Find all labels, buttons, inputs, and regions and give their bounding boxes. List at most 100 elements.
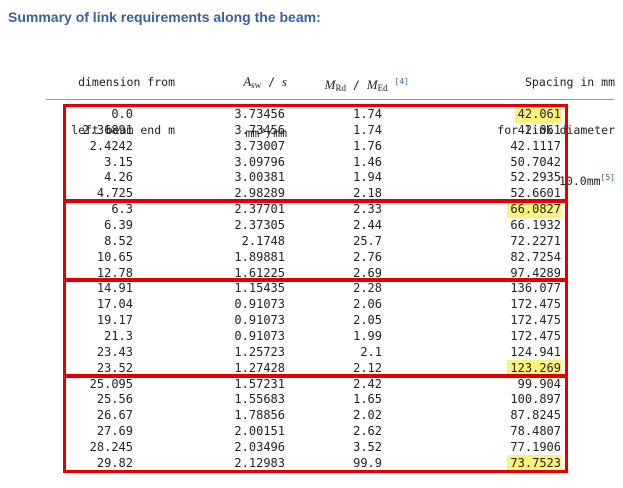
- cell-spacing: 123.269: [507, 359, 561, 377]
- cell-asw: 1.25723: [234, 344, 285, 359]
- cell-dimension: 29.82: [96, 455, 133, 470]
- cell-dimension: 3.15: [104, 154, 133, 169]
- cell-dimension: 8.52: [104, 233, 133, 248]
- table-row: 8.52 2.1748 25.7 72.2271: [0, 233, 623, 250]
- cell-ratio: 99.9: [353, 455, 382, 470]
- header-spacing-line1: Spacing in mm: [524, 75, 615, 89]
- table-row: 6.3 2.37701 2.33 66.0827: [0, 201, 623, 219]
- cell-dimension: 23.52: [96, 360, 133, 375]
- cell-spacing: 42.061: [517, 122, 561, 137]
- cell-asw: 3.73456: [234, 107, 285, 121]
- cell-ratio: 2.76: [353, 249, 382, 264]
- cell-asw: 3.73456: [234, 122, 285, 137]
- cell-asw: 2.1748: [241, 233, 285, 248]
- cell-ratio: 1.74: [353, 122, 382, 137]
- cell-ratio: 2.05: [353, 313, 382, 328]
- table-row: 23.52 1.27428 2.12 123.269: [0, 359, 623, 377]
- cell-ratio: 25.7: [353, 233, 382, 248]
- header-ratio-line1: MRd / MEd [4]: [324, 77, 409, 93]
- cell-ratio: 2.12: [353, 360, 382, 375]
- cell-asw: 2.98289: [234, 186, 285, 201]
- cell-dimension: 17.04: [96, 297, 133, 312]
- cell-spacing: 42.061: [514, 106, 561, 123]
- table-row: 14.91 1.15435 2.28 136.077: [0, 280, 623, 297]
- cell-ratio: 3.52: [353, 440, 382, 455]
- table-row: 2.36891 3.73456 1.74 42.061: [0, 122, 623, 139]
- table-row: 12.78 1.61225 2.69 97.4289: [0, 265, 623, 282]
- cell-dimension: 10.65: [96, 249, 133, 264]
- table-row: 0.0 3.73456 1.74 42.061: [0, 106, 623, 123]
- cell-spacing: 78.4807: [510, 424, 561, 439]
- cell-asw: 1.89881: [234, 249, 285, 264]
- cell-asw: 1.57231: [234, 376, 285, 391]
- cell-dimension: 19.17: [96, 313, 133, 328]
- cell-spacing: 77.1906: [510, 440, 561, 455]
- cell-dimension: 6.3: [111, 202, 133, 217]
- cell-ratio: 2.18: [353, 186, 382, 201]
- cell-ratio: 1.46: [353, 154, 382, 169]
- table-row: 29.82 2.12983 99.9 73.7523: [0, 454, 623, 472]
- cell-spacing: 136.077: [510, 281, 561, 296]
- table-row: 4.725 2.98289 2.18 52.6601: [0, 185, 623, 202]
- cell-spacing: 100.897: [510, 392, 561, 407]
- table-row: 2.4242 3.73007 1.76 42.1117: [0, 138, 623, 155]
- cell-ratio: 2.44: [353, 218, 382, 233]
- table-row: 23.43 1.25723 2.1 124.941: [0, 344, 623, 361]
- cell-spacing: 172.475: [510, 329, 561, 344]
- cell-ratio: 1.76: [353, 138, 382, 153]
- table-row: 25.095 1.57231 2.42 99.904: [0, 376, 623, 393]
- cell-spacing: 97.4289: [510, 265, 561, 280]
- cell-dimension: 2.36891: [82, 122, 133, 137]
- cell-asw: 1.61225: [234, 265, 285, 280]
- cell-dimension: 25.56: [96, 392, 133, 407]
- table-row: 3.15 3.09796 1.46 50.7042: [0, 154, 623, 171]
- cell-ratio: 2.33: [353, 202, 382, 217]
- header-asw-line1: Asw / s: [243, 74, 287, 90]
- cell-ratio: 1.74: [353, 107, 382, 121]
- cell-dimension: 23.43: [96, 344, 133, 359]
- cell-spacing: 172.475: [510, 313, 561, 328]
- cell-spacing: 87.8245: [510, 408, 561, 423]
- cell-ratio: 2.69: [353, 265, 382, 280]
- cell-dimension: 28.245: [89, 440, 133, 455]
- cell-ratio: 1.99: [353, 329, 382, 344]
- cell-dimension: 0.0: [111, 107, 133, 121]
- cell-asw: 0.91073: [234, 329, 285, 344]
- table-row: 19.17 0.91073 2.05 172.475: [0, 312, 623, 329]
- cell-spacing: 172.475: [510, 297, 561, 312]
- header-dimension-line1: dimension from: [78, 75, 175, 89]
- cell-spacing: 72.2271: [510, 233, 561, 248]
- cell-dimension: 14.91: [96, 281, 133, 296]
- cell-dimension: 25.095: [89, 376, 133, 391]
- table-row: 10.65 1.89881 2.76 82.7254: [0, 249, 623, 266]
- table-row: 4.26 3.00381 1.94 52.2935: [0, 169, 623, 186]
- cell-asw: 3.00381: [234, 170, 285, 185]
- table-row: 25.56 1.55683 1.65 100.897: [0, 391, 623, 408]
- cell-spacing: 82.7254: [510, 249, 561, 264]
- cell-dimension: 12.78: [96, 265, 133, 280]
- cell-ratio: 2.02: [353, 408, 382, 423]
- cell-ratio: 2.42: [353, 376, 382, 391]
- cell-asw: 1.15435: [234, 281, 285, 296]
- cell-asw: 2.00151: [234, 424, 285, 439]
- cell-spacing: 66.1932: [510, 218, 561, 233]
- cell-asw: 1.55683: [234, 392, 285, 407]
- cell-asw: 0.91073: [234, 297, 285, 312]
- cell-ratio: 1.65: [353, 392, 382, 407]
- cell-dimension: 2.4242: [89, 138, 133, 153]
- cell-ratio: 1.94: [353, 170, 382, 185]
- cell-asw: 3.09796: [234, 154, 285, 169]
- table-row: 27.69 2.00151 2.62 78.4807: [0, 423, 623, 440]
- cell-asw: 1.78856: [234, 408, 285, 423]
- cell-spacing: 50.7042: [510, 154, 561, 169]
- header-divider: [46, 99, 614, 100]
- cell-spacing: 52.2935: [510, 170, 561, 185]
- cell-dimension: 4.725: [96, 186, 133, 201]
- cell-spacing: 73.7523: [507, 454, 561, 472]
- table-row: 17.04 0.91073 2.06 172.475: [0, 296, 623, 313]
- cell-dimension: 27.69: [96, 424, 133, 439]
- cell-asw: 2.03496: [234, 440, 285, 455]
- cell-ratio: 2.62: [353, 424, 382, 439]
- cell-asw: 3.73007: [234, 138, 285, 153]
- cell-asw: 2.12983: [234, 455, 285, 470]
